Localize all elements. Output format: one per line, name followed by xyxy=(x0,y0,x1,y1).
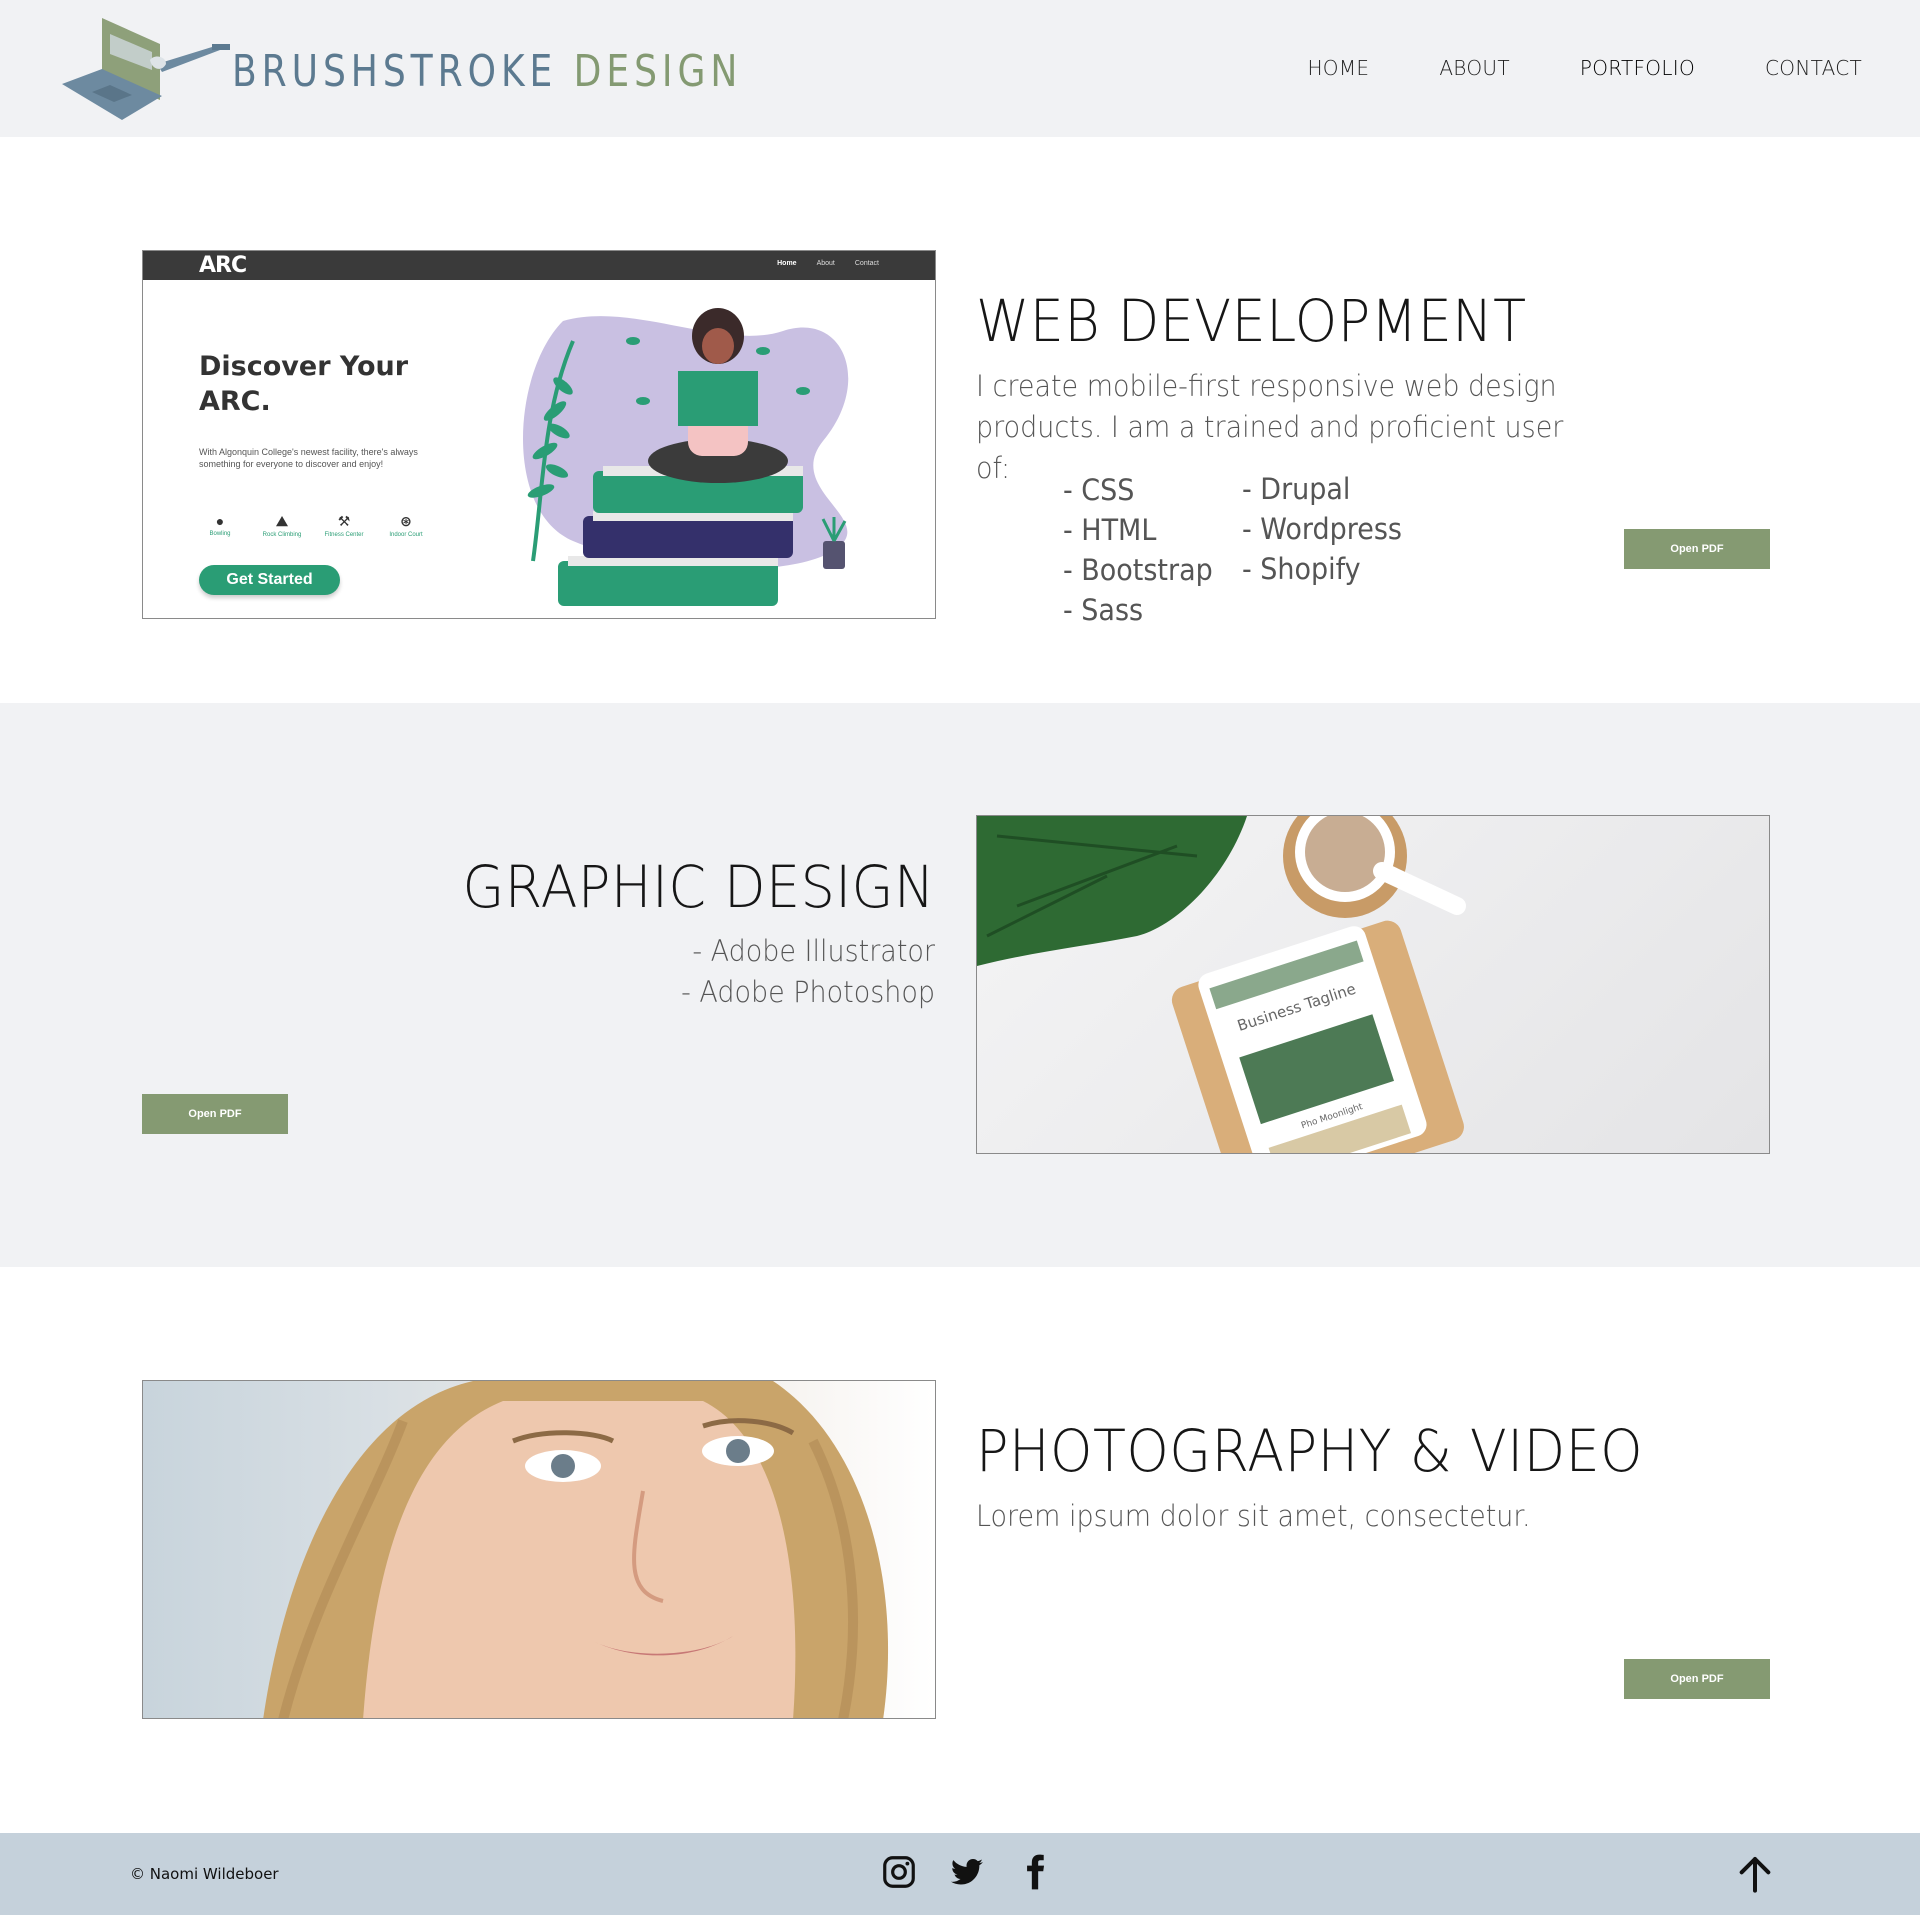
fitness-feature: ⚒ Fitness Center xyxy=(323,513,365,538)
main-nav: HOME ABOUT PORTFOLIO CONTACT xyxy=(1237,56,1862,80)
arc-paragraph: With Algonquin College's newest facility… xyxy=(199,447,418,469)
graphic-preview-image[interactable]: Business Tagline Pho Moonlight xyxy=(976,815,1770,1154)
nav-contact[interactable]: CONTACT xyxy=(1765,56,1862,80)
skill-item: - Sass xyxy=(1063,593,1144,627)
skill-item: - Bootstrap xyxy=(1063,553,1213,587)
arc-logo: ARC xyxy=(199,253,247,278)
bowling-feature: ● Bowling xyxy=(199,513,241,538)
arc-link-about: About xyxy=(816,260,835,267)
portrait-illustration xyxy=(263,1381,888,1718)
climbing-feature: ⛰ Rock Climbing xyxy=(261,513,303,538)
skill-item: - HTML xyxy=(1063,513,1157,547)
web-development-section: ARC Home About Contact Discover Your ARC… xyxy=(0,137,1920,703)
fitness-label: Fitness Center xyxy=(324,532,364,538)
photo-open-pdf-button[interactable]: Open PDF xyxy=(1624,1659,1770,1699)
arc-feature-icons: ● Bowling ⛰ Rock Climbing ⚒ Fitness Center … xyxy=(199,513,427,538)
laptop-brush-logo-icon xyxy=(62,18,230,120)
graphic-tool-item: - Adobe Illustrator xyxy=(692,934,935,968)
web-development-title: WEB DEVELOPMENT xyxy=(976,287,1527,355)
portrait-photo[interactable] xyxy=(142,1380,936,1719)
arc-nav-links: Home About Contact xyxy=(777,260,879,267)
social-links xyxy=(880,1853,1054,1891)
graphic-design-section: GRAPHIC DESIGN - Adobe Illustrator - Ado… xyxy=(0,703,1920,1267)
arrow-up-icon[interactable] xyxy=(1735,1853,1775,1895)
graphic-design-list: - Adobe Illustrator - Adobe Photoshop xyxy=(681,931,935,1013)
skill-item: - Shopify xyxy=(1242,552,1361,586)
site-header: BRUSHSTROKE DESIGN HOME ABOUT PORTFOLIO … xyxy=(0,0,1920,137)
arc-link-home: Home xyxy=(777,260,797,267)
basketball-icon: ⊛ xyxy=(400,513,412,529)
twitter-icon[interactable] xyxy=(948,1853,986,1891)
climbing-icon: ⛰ xyxy=(276,513,288,529)
reading-girl-illustration xyxy=(523,308,849,606)
nav-about[interactable]: ABOUT xyxy=(1439,56,1510,80)
brand-logo[interactable]: BRUSHSTROKE DESIGN xyxy=(62,14,737,124)
skill-item: - Wordpress xyxy=(1242,512,1402,546)
brand-wordmark: BRUSHSTROKE DESIGN xyxy=(232,46,742,97)
arc-headline-line-2: ARC. xyxy=(199,386,271,417)
nav-home[interactable]: HOME xyxy=(1307,56,1369,80)
arc-headline-line-1: Discover Your xyxy=(199,351,409,382)
photography-video-title: PHOTOGRAPHY & VIDEO xyxy=(976,1417,1644,1485)
bowling-label: Bowling xyxy=(209,531,231,537)
dumbbell-icon: ⚒ xyxy=(337,513,351,529)
bowling-icon: ● xyxy=(215,513,225,529)
brand-word-1: BRUSHSTROKE xyxy=(232,46,558,97)
graphic-open-pdf-button[interactable]: Open PDF xyxy=(142,1094,288,1134)
graphic-tool-item: - Adobe Photoshop xyxy=(681,975,935,1009)
desk-mockup-illustration: Business Tagline Pho Moonlight xyxy=(977,816,1466,1153)
web-skills-col-2: - Drupal - Wordpress - Shopify xyxy=(1242,469,1402,589)
climbing-label: Rock Climbing xyxy=(262,532,302,538)
skill-item: - CSS xyxy=(1063,473,1135,507)
court-label: Indoor Court xyxy=(389,532,423,538)
photography-video-section: PHOTOGRAPHY & VIDEO Lorem ipsum dolor si… xyxy=(0,1267,1920,1833)
skill-item: - Drupal xyxy=(1242,472,1351,506)
facebook-icon[interactable] xyxy=(1016,1853,1054,1891)
brand-word-2: DESIGN xyxy=(573,46,743,97)
web-skills-col-1: - CSS - HTML - Bootstrap - Sass xyxy=(1063,470,1213,630)
graphic-design-title: GRAPHIC DESIGN xyxy=(462,853,935,921)
web-open-pdf-button[interactable]: Open PDF xyxy=(1624,529,1770,569)
arc-link-contact: Contact xyxy=(854,260,879,267)
arc-get-started-button: Get Started xyxy=(199,565,340,595)
web-preview-image[interactable]: ARC Home About Contact Discover Your ARC… xyxy=(142,250,936,619)
photography-video-description: Lorem ipsum dolor sit amet, consectetur. xyxy=(976,1499,1531,1533)
copyright-text: © Naomi Wildeboer xyxy=(130,1865,279,1883)
arc-headline: Discover Your ARC. xyxy=(199,349,408,419)
instagram-icon[interactable] xyxy=(880,1853,918,1891)
arc-navbar: ARC Home About Contact xyxy=(143,251,935,280)
site-footer: © Naomi Wildeboer xyxy=(0,1833,1920,1915)
court-feature: ⊛ Indoor Court xyxy=(385,513,427,538)
nav-portfolio[interactable]: PORTFOLIO xyxy=(1580,56,1695,80)
